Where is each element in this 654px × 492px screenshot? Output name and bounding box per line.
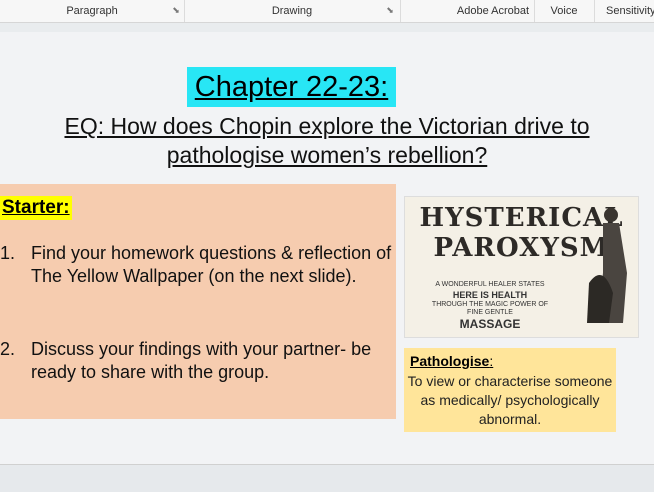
dialog-launcher-icon[interactable]: ⬊ (386, 6, 394, 15)
ribbon-group-voice[interactable]: Voice (534, 0, 595, 22)
ribbon-bar: Paragraph ⬊ Drawing ⬊ Adobe Acrobat Voic… (0, 0, 654, 23)
ribbon-group-label: Adobe Acrobat (456, 5, 530, 17)
definition-colon: : (489, 353, 494, 369)
image-caption-3: THROUGH THE MAGIC POWER OF (431, 301, 549, 308)
slide-title: Chapter 22-23: (194, 71, 389, 103)
ribbon-group-drawing[interactable]: Drawing ⬊ (184, 0, 401, 22)
definition-term-wrap: Pathologise: (410, 353, 493, 369)
list-text: Find your homework questions & reflectio… (31, 243, 392, 286)
ribbon-group-label: Drawing (271, 5, 313, 17)
starter-box[interactable]: Starter: 1. Find your homework questions… (0, 184, 396, 419)
eq-line-1: EQ: How does Chopin explore the Victoria… (64, 113, 590, 139)
eq-line-2: pathologise women’s rebellion? (166, 142, 488, 168)
list-number: 1. (0, 243, 16, 263)
definition-box[interactable]: Pathologise: To view or characterise som… (404, 348, 616, 432)
image-caption-5: MASSAGE (459, 317, 521, 331)
ribbon-group-adobe-acrobat[interactable]: Adobe Acrobat (452, 0, 535, 22)
ribbon-group-label: Sensitivity (606, 5, 654, 17)
definition-text: To view or characterise someone as medic… (407, 373, 613, 427)
starter-label: Starter: (0, 196, 72, 220)
image-caption-2: HERE IS HEALTH (452, 290, 528, 300)
ribbon-group-paragraph[interactable]: Paragraph ⬊ (0, 0, 185, 22)
image-caption-1: A WONDERFUL HEALER STATES (435, 281, 545, 288)
ribbon-group-label: Paragraph (66, 5, 118, 17)
essential-question[interactable]: EQ: How does Chopin explore the Victoria… (0, 112, 654, 170)
slide-title-box[interactable]: Chapter 22-23: (187, 67, 396, 107)
ribbon-group-sensitivity[interactable]: Sensitivity (594, 0, 654, 22)
list-text: Discuss your findings with your partner-… (31, 339, 372, 382)
figure-illustration (587, 208, 627, 323)
hysterical-paroxysm-image[interactable]: HYSTERICAL PAROXYSM A WONDERFUL HEALER S… (404, 196, 639, 338)
slide-canvas[interactable]: Chapter 22-23: EQ: How does Chopin explo… (0, 32, 654, 464)
dialog-launcher-icon[interactable]: ⬊ (172, 6, 180, 15)
list-number: 2. (0, 339, 16, 359)
definition-term: Pathologise (410, 353, 490, 369)
image-caption-4: FINE GENTLE (467, 309, 513, 316)
notes-bar[interactable] (0, 464, 654, 492)
ribbon-group-label: Voice (550, 5, 578, 17)
